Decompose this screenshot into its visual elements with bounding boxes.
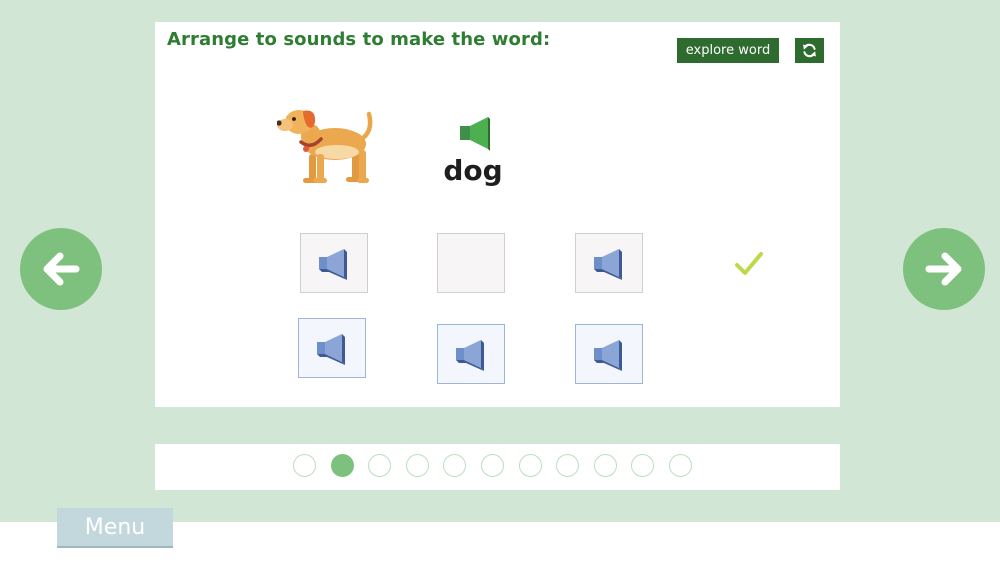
progress-dot-7[interactable] bbox=[518, 454, 542, 477]
menu-button[interactable]: Menu bbox=[57, 508, 173, 548]
progress-dot-10[interactable] bbox=[631, 454, 655, 477]
progress-dot-2[interactable] bbox=[330, 454, 354, 477]
refresh-button[interactable] bbox=[795, 38, 824, 63]
answer-slot-2[interactable] bbox=[437, 233, 505, 293]
sound-tile-2[interactable] bbox=[437, 324, 505, 384]
answer-slot-1[interactable] bbox=[300, 233, 368, 293]
speaker-icon bbox=[319, 249, 347, 280]
progress-dot-3[interactable] bbox=[368, 454, 392, 477]
progress-dots bbox=[293, 454, 692, 477]
arrow-right-icon bbox=[925, 252, 962, 286]
speaker-icon bbox=[594, 249, 622, 280]
progress-dot-6[interactable] bbox=[480, 454, 504, 477]
progress-dot-5[interactable] bbox=[443, 454, 467, 477]
dog-picture bbox=[276, 102, 377, 186]
progress-dot-8[interactable] bbox=[556, 454, 580, 477]
speaker-icon bbox=[317, 334, 345, 365]
speaker-icon bbox=[594, 340, 622, 371]
speaker-icon bbox=[456, 340, 484, 371]
sound-tile-3[interactable] bbox=[575, 324, 643, 384]
target-word: dog bbox=[443, 154, 503, 187]
sound-tile-1[interactable] bbox=[298, 318, 366, 378]
arrow-left-icon bbox=[43, 252, 80, 286]
stage-background: Arrange to sounds to make the word: expl… bbox=[0, 0, 1000, 522]
explore-word-button[interactable]: explore word bbox=[677, 38, 779, 63]
refresh-icon bbox=[803, 43, 816, 58]
progress-bar bbox=[155, 444, 840, 490]
dog-icon bbox=[276, 110, 373, 183]
progress-dot-1[interactable] bbox=[293, 454, 316, 477]
progress-dot-4[interactable] bbox=[405, 454, 429, 477]
progress-dot-11[interactable] bbox=[668, 454, 692, 477]
speaker-icon bbox=[460, 117, 490, 151]
prev-button[interactable] bbox=[20, 228, 102, 310]
activity-title: Arrange to sounds to make the word: bbox=[167, 29, 551, 50]
next-button[interactable] bbox=[903, 228, 985, 310]
progress-dot-9[interactable] bbox=[593, 454, 617, 477]
activity-card: Arrange to sounds to make the word: expl… bbox=[155, 22, 840, 407]
checkmark-icon[interactable] bbox=[733, 248, 765, 280]
answer-slot-3[interactable] bbox=[575, 233, 643, 293]
word-speaker-button[interactable] bbox=[457, 114, 495, 152]
